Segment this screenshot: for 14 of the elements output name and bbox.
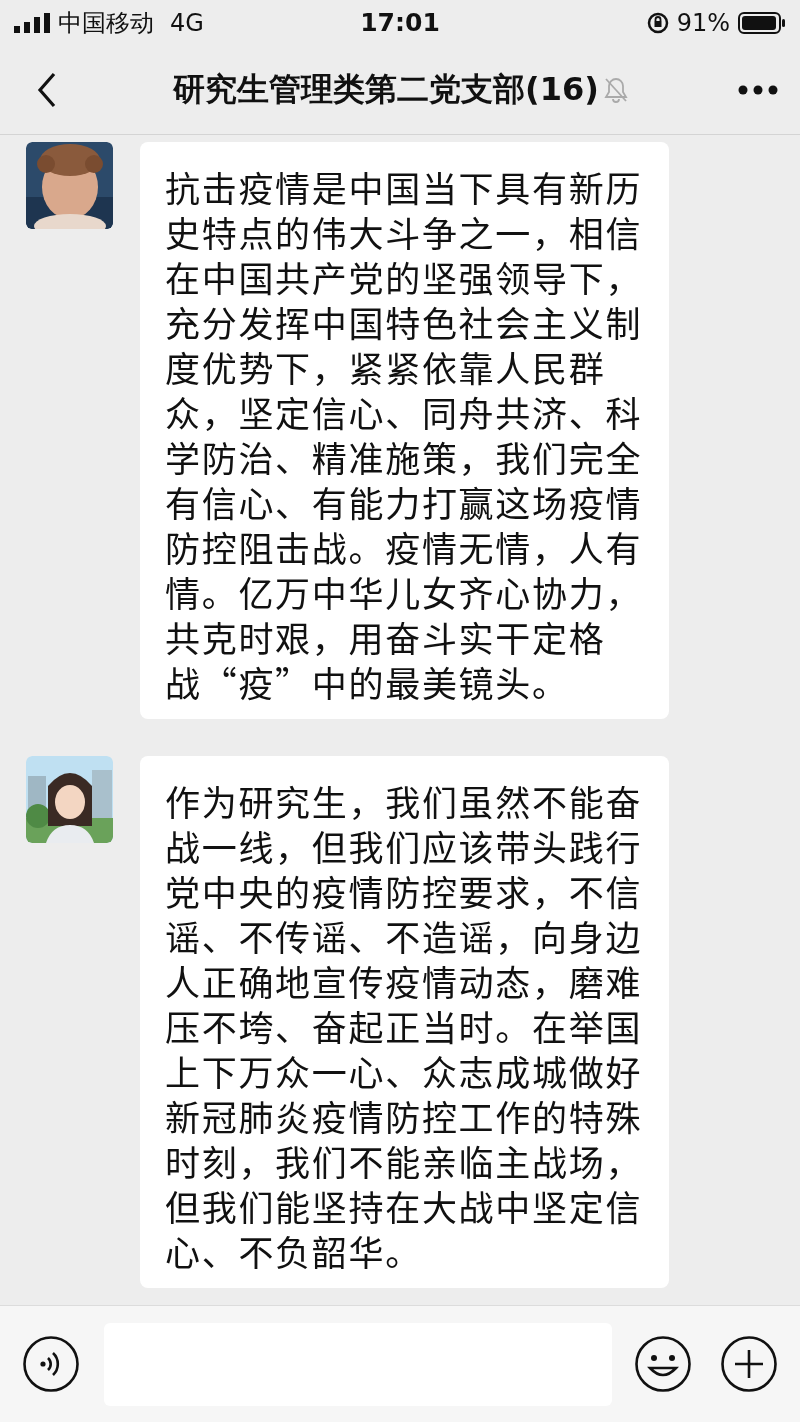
signal-icon (14, 12, 50, 33)
chat-title: 研究生管理类第二党支部(16) (173, 68, 599, 110)
battery-percent: 91% (676, 8, 730, 37)
emoji-button[interactable] (634, 1335, 692, 1393)
back-chevron-icon (37, 71, 57, 108)
carrier-name: 中国移动 (58, 7, 154, 39)
add-button[interactable] (720, 1335, 778, 1393)
message-bubble: 抗击疫情是中国当下具有新历史特点的伟大斗争之一，相信在中国共产党的坚强领导下，充分发挥中国特色社会主义制度优势下，紧紧依靠人民群众，坚定信心、同舟共济、科学防治、精准施策，我们完全有信心、有能力打赢这场疫情防控阻击战。疫情无情，人有情。亿万中华儿女齐心协力，共克时艰，用奋斗实干定格战“疫”中的最美镜头。 (140, 142, 669, 719)
battery-icon (738, 11, 786, 34)
rotation-lock-icon (646, 11, 669, 34)
voice-button[interactable] (22, 1335, 80, 1393)
status-time: 17:01 (360, 8, 440, 37)
message-bubble: 作为研究生，我们虽然不能奋战一线，但我们应该带头践行党中央的疫情防控要求，不信谣、不传谣、不造谣，向身边人正确地宣传疫情动态，磨难压不垮、奋起正当时。在举国上下万众一心、众志成城做好新冠肺炎疫情防控工作的特殊时刻，我们不能亲临主战场，但我们能坚持在大战中坚定信心、不负韶华。 (140, 756, 669, 1288)
network-type: 4G (170, 8, 204, 37)
